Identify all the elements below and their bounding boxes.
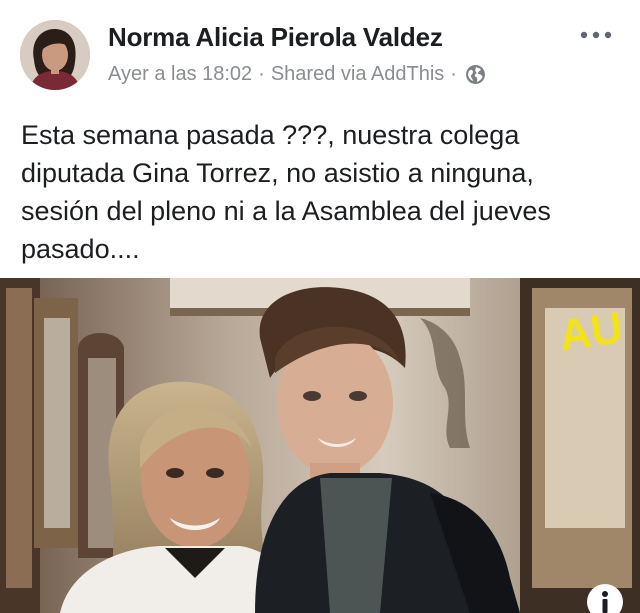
- post-text-line: sesión del pleno ni a la Asamblea del ju…: [21, 196, 551, 226]
- more-options-icon[interactable]: [578, 26, 618, 44]
- facebook-post: Norma Alicia Pierola Valdez Ayer a las 1…: [0, 0, 640, 613]
- post-text-line: diputada Gina Torrez, no asistio a ningu…: [21, 158, 534, 188]
- author-avatar[interactable]: [20, 20, 90, 90]
- author-name[interactable]: Norma Alicia Pierola Valdez: [108, 22, 443, 53]
- avatar-portrait: [20, 20, 90, 90]
- post-text: Esta semana pasada ???, nuestra colega d…: [21, 116, 621, 268]
- post-timestamp[interactable]: Ayer a las 18:02: [108, 63, 252, 86]
- globe-icon[interactable]: [465, 64, 486, 85]
- meta-separator: ·: [450, 63, 457, 85]
- info-icon[interactable]: [586, 583, 624, 613]
- photo-scene: AU: [0, 278, 640, 613]
- post-photo[interactable]: AU: [0, 278, 640, 613]
- meta-separator: ·: [258, 63, 265, 85]
- sign-text: AU: [556, 303, 626, 360]
- post-meta: Ayer a las 18:02 · Shared via AddThis ·: [108, 63, 486, 86]
- shared-via-label[interactable]: Shared via AddThis: [271, 63, 444, 86]
- post-text-line: Esta semana pasada ???, nuestra colega: [21, 120, 520, 150]
- post-text-line: pasado....: [21, 234, 140, 264]
